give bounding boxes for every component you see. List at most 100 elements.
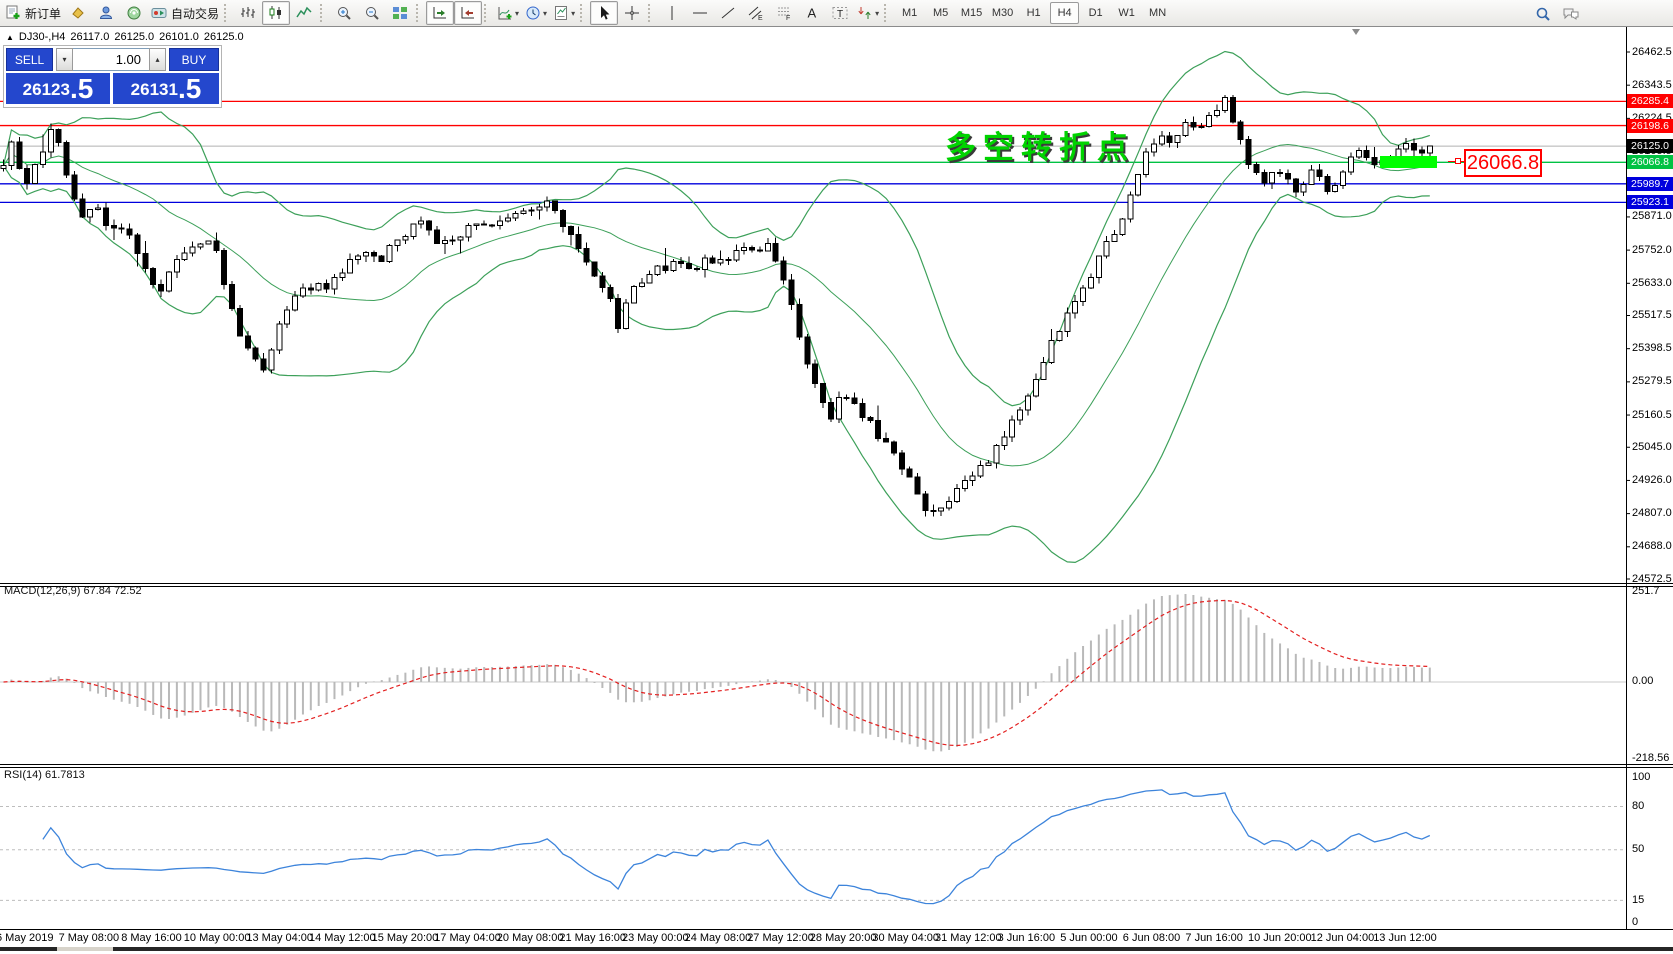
toolbar-grip <box>484 4 490 22</box>
svg-text:A: A <box>808 6 817 21</box>
sell-price[interactable]: 26123.5 <box>6 73 110 104</box>
zoom-out-icon <box>364 5 380 21</box>
text-label-button[interactable]: T <box>826 1 854 25</box>
ohlc-high: 26125.0 <box>114 31 154 43</box>
trendline-icon <box>720 5 736 21</box>
horizontal-scrollbar[interactable] <box>0 947 1673 951</box>
fibonacci-button[interactable]: F <box>770 1 798 25</box>
styler-button[interactable] <box>64 1 92 25</box>
price-tick: 24926.0 <box>1632 474 1672 486</box>
buy-price[interactable]: 26131.5 <box>113 73 219 104</box>
chart-bars-button[interactable] <box>234 1 262 25</box>
templates-button[interactable]: ▾ <box>550 1 578 25</box>
chart-shift-icon <box>460 5 476 21</box>
time-axis-label: 5 Jun 00:00 <box>1060 932 1118 944</box>
timeframe-m1-button[interactable]: M1 <box>895 2 924 24</box>
price-tick: 25279.5 <box>1632 375 1672 387</box>
price-tick: 25752.0 <box>1632 244 1672 256</box>
autotrading-button[interactable]: 自动交易 <box>148 1 222 25</box>
price-tick: 26343.5 <box>1632 79 1672 91</box>
chart-candles-button[interactable] <box>262 1 290 25</box>
timeframe-mn-button[interactable]: MN <box>1143 2 1172 24</box>
periods-dropdown-icon[interactable]: ▾ <box>543 9 547 18</box>
price-callout-label[interactable]: 26066.8 <box>1464 149 1542 177</box>
chart-ohlc-header: ▲DJ30-,H426117.026125.026101.026125.0 <box>6 31 249 43</box>
toolbar-grip <box>416 4 422 22</box>
candles <box>1 95 1432 517</box>
sell-button[interactable]: SELL <box>6 48 53 71</box>
community-icon <box>98 5 114 21</box>
trendline-button[interactable] <box>714 1 742 25</box>
text-button[interactable]: A <box>798 1 826 25</box>
chart-bars-icon <box>240 5 256 21</box>
price-tick: 25160.5 <box>1632 409 1672 421</box>
chart-canvas[interactable] <box>0 27 1673 954</box>
time-axis-label: 31 May 12:00 <box>935 932 1002 944</box>
timeframe-d1-button[interactable]: D1 <box>1081 2 1110 24</box>
chart-shift-button[interactable] <box>454 1 482 25</box>
price-badge-25923.1: 25923.1 <box>1627 195 1673 209</box>
community-button[interactable] <box>92 1 120 25</box>
timeframe-m5-button[interactable]: M5 <box>926 2 955 24</box>
templates-icon <box>553 5 569 21</box>
templates-dropdown-icon[interactable]: ▾ <box>571 9 575 18</box>
time-axis-label: 24 May 08:00 <box>685 932 752 944</box>
time-axis-label: 14 May 12:00 <box>309 932 376 944</box>
new-order-button[interactable]: 新订单 <box>2 1 64 25</box>
chart-shift-marker-icon[interactable] <box>1352 29 1360 35</box>
price-tick: 25871.0 <box>1632 210 1672 222</box>
chat-button[interactable] <box>1557 2 1585 26</box>
rsi-scale-0: 0 <box>1632 916 1638 928</box>
connection-button[interactable] <box>120 1 148 25</box>
volume-input[interactable]: 1.00 <box>73 48 149 71</box>
buy-button[interactable]: BUY <box>169 48 219 71</box>
cursor-button[interactable] <box>590 1 618 25</box>
rsi-line <box>43 790 1430 904</box>
price-tick: 24688.0 <box>1632 540 1672 552</box>
rsi-scale-80: 80 <box>1632 800 1644 812</box>
chart-line-button[interactable] <box>290 1 318 25</box>
arrows-button[interactable]: ▾ <box>854 1 882 25</box>
timeframe-w1-button[interactable]: W1 <box>1112 2 1141 24</box>
zoom-in-button[interactable] <box>330 1 358 25</box>
timeframe-m30-button[interactable]: M30 <box>988 2 1017 24</box>
equidistant-channel-button[interactable]: E <box>742 1 770 25</box>
zoom-in-icon <box>336 5 352 21</box>
vertical-line-button[interactable] <box>658 1 686 25</box>
price-tick: 25633.0 <box>1632 277 1672 289</box>
time-axis-label: 27 May 12:00 <box>747 932 814 944</box>
buy-price-main: 26131 <box>131 78 178 102</box>
volume-increase-button[interactable]: ▴ <box>149 48 166 71</box>
collapse-panel-icon[interactable]: ▲ <box>6 33 14 42</box>
price-tick: 25517.5 <box>1632 309 1672 321</box>
highlight-zone <box>1380 156 1437 168</box>
price-tick: 25045.0 <box>1632 441 1672 453</box>
rsi-scale-100: 100 <box>1632 771 1650 783</box>
time-axis-label: 15 May 20:00 <box>372 932 439 944</box>
scrollbar-thumb[interactable] <box>57 947 113 951</box>
arrows-dropdown-icon[interactable]: ▾ <box>875 9 879 18</box>
new-order-label: 新订单 <box>25 5 61 22</box>
ohlc-open: 26117.0 <box>70 31 109 43</box>
timeframe-h1-button[interactable]: H1 <box>1019 2 1048 24</box>
time-axis-label: 17 May 04:00 <box>434 932 501 944</box>
indicators-button[interactable]: ▾ <box>494 1 522 25</box>
rsi-scale-50: 50 <box>1632 843 1644 855</box>
zoom-out-button[interactable] <box>358 1 386 25</box>
macd-scale-max: 251.7 <box>1632 585 1660 597</box>
svg-text:F: F <box>786 15 790 21</box>
bollinger-middle-band <box>4 145 1430 466</box>
crosshair-button[interactable] <box>618 1 646 25</box>
tile-windows-button[interactable] <box>386 1 414 25</box>
volume-decrease-button[interactable]: ▾ <box>56 48 73 71</box>
auto-scroll-button[interactable] <box>426 1 454 25</box>
rsi-pane <box>0 790 1626 904</box>
horizontal-line-button[interactable] <box>686 1 714 25</box>
indicators-dropdown-icon[interactable]: ▾ <box>515 9 519 18</box>
buy-price-frac: .5 <box>178 76 201 102</box>
timeframe-m15-button[interactable]: M15 <box>957 2 986 24</box>
search-button[interactable] <box>1529 2 1557 26</box>
timeframe-h4-button[interactable]: H4 <box>1050 2 1079 24</box>
toolbar-grip <box>320 4 326 22</box>
periods-button[interactable]: ▾ <box>522 1 550 25</box>
